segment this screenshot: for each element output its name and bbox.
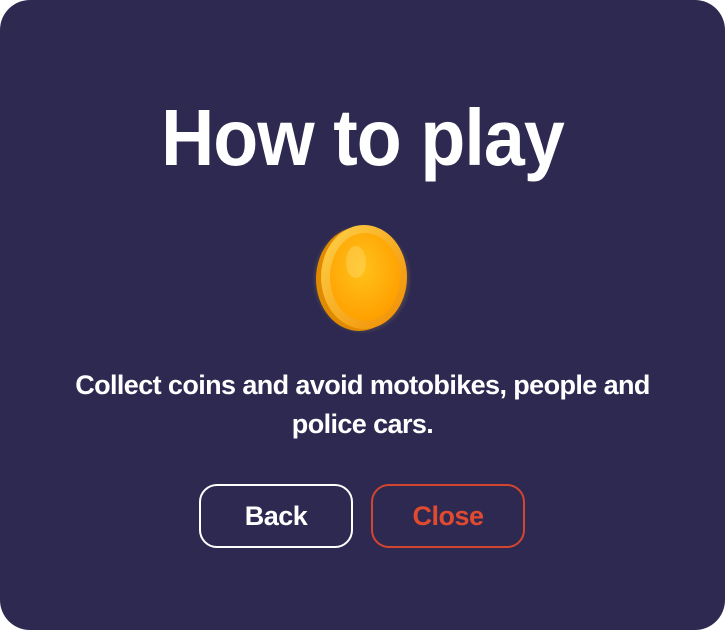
coin-icon: [312, 224, 412, 334]
close-button[interactable]: Close: [371, 484, 525, 548]
dialog-title: How to play: [161, 93, 565, 182]
back-button[interactable]: Back: [199, 484, 353, 548]
how-to-play-dialog: How to play Collect coins and avoid moto…: [0, 0, 725, 630]
instructions-text: Collect coins and avoid motobikes, peopl…: [75, 370, 650, 439]
